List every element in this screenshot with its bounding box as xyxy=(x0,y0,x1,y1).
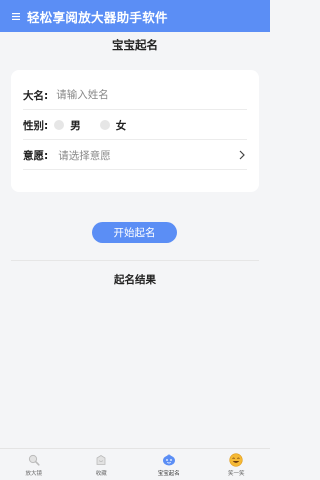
result-title: 起名结果 xyxy=(114,274,156,286)
naming-form-card: 大名: 性别: 男 女 意愿: 请选择意愿 xyxy=(11,70,259,192)
male-radio-circle[interactable] xyxy=(54,120,65,130)
favorites-icon xyxy=(94,453,108,467)
wish-row[interactable]: 意愿: 请选择意愿 xyxy=(23,141,247,170)
wish-placeholder[interactable]: 请选择意愿 xyxy=(58,148,237,163)
wish-select[interactable]: 意愿: 请选择意愿 xyxy=(23,148,247,163)
tab-label-favorites: 收藏 xyxy=(95,471,107,477)
tab-label-smile: 笑一笑 xyxy=(227,471,245,477)
female-radio-circle[interactable] xyxy=(99,120,110,130)
divider xyxy=(11,260,259,261)
smile-icon xyxy=(229,453,243,467)
gender-male-radio[interactable]: 男 xyxy=(54,118,81,133)
start-naming-button[interactable]: 开始起名 xyxy=(92,222,177,243)
name-label: 大名: xyxy=(23,89,49,102)
tab-smile[interactable]: 笑一笑 xyxy=(203,449,271,480)
male-label[interactable]: 男 xyxy=(70,118,81,133)
baby-name-icon xyxy=(162,453,176,467)
tab-magnifier[interactable]: 放大镜 xyxy=(0,449,68,480)
tab-favorites[interactable]: 收藏 xyxy=(68,449,136,480)
tab-label-magnifier: 放大镜 xyxy=(25,471,42,477)
gender-row: 性别: 男 女 xyxy=(23,111,247,140)
tab-baby-name[interactable]: 宝宝起名 xyxy=(135,449,203,480)
name-input[interactable] xyxy=(56,89,227,101)
gender-label: 性别: xyxy=(23,119,49,132)
gender-radio-group: 男 女 xyxy=(48,118,126,133)
gender-female-radio[interactable]: 女 xyxy=(99,118,127,133)
bottom-tab-bar: 放大镜 收藏 宝宝起名 笑一笑 xyxy=(0,448,270,480)
female-label[interactable]: 女 xyxy=(116,118,127,133)
tab-label-baby-name: 宝宝起名 xyxy=(157,471,180,477)
menu-icon[interactable] xyxy=(5,0,27,32)
page-title: 宝宝起名 xyxy=(112,38,158,52)
app-bar: 轻松享阅放大器助手软件 xyxy=(0,0,270,32)
name-row: 大名: xyxy=(23,81,247,110)
chevron-right-icon[interactable] xyxy=(237,149,247,161)
app-title: 轻松享阅放大器助手软件 xyxy=(27,9,168,25)
wish-label: 意愿: xyxy=(23,149,49,162)
magnifier-icon xyxy=(27,453,41,467)
